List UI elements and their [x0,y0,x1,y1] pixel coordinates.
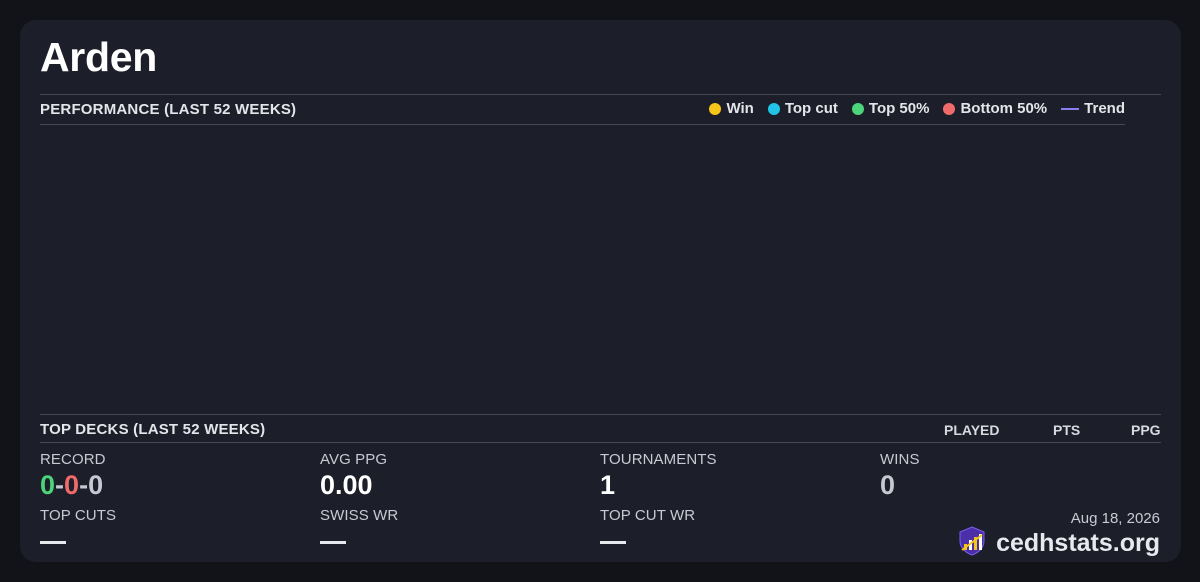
top-cut-dot-icon [767,102,780,115]
record-separator: - [55,470,65,500]
record-draws: 0 [88,470,104,500]
legend-divider [40,124,1125,125]
chart-bottom-divider [40,414,1161,415]
top-cuts-empty-dash [40,541,66,544]
player-stats-card: Arden PERFORMANCE (LAST 52 WEEKS) Win To… [20,20,1181,562]
trend-line-icon [1061,107,1080,110]
top-50-dot-icon [851,102,864,115]
snapshot-date: Aug 18, 2026 [1070,510,1160,527]
record-label: RECORD [40,451,106,468]
legend-label-top-cut: Top cut [784,100,838,117]
legend-item-bottom-50: Bottom 50% [943,100,1047,117]
legend-label-top-50: Top 50% [868,100,930,117]
top-decks-divider [40,442,1161,443]
legend-item-win: Win [709,100,754,117]
swiss-wr-empty-dash [320,541,346,544]
title-divider [40,94,1161,95]
legend-item-top-cut: Top cut [767,100,838,117]
player-name: Arden [40,34,157,80]
wins-label: WINS [880,451,920,468]
wins-value: 0 [880,470,896,500]
swiss-wr-label: SWISS WR [320,507,399,524]
tournaments-label: TOURNAMENTS [600,451,717,468]
brand-name[interactable]: cedhstats.org [996,529,1160,558]
record-wins: 0 [40,470,56,500]
top-cuts-label: TOP CUTS [40,507,117,524]
legend-label-win: Win [726,100,754,117]
performance-title: PERFORMANCE (LAST 52 WEEKS) [40,101,297,118]
record-losses: 0 [64,470,80,500]
avg-ppg-value: 0.00 [320,470,373,500]
column-header-played: PLAYED [944,422,1000,438]
legend-item-trend: Trend [1061,100,1125,117]
brand: cedhstats.org [957,526,1160,561]
record-value: 0-0-0 [40,470,103,501]
legend-label-bottom-50: Bottom 50% [960,100,1048,117]
top-decks-title: TOP DECKS (LAST 52 WEEKS) [40,421,266,438]
legend-label-trend: Trend [1084,100,1125,117]
shield-chart-logo-icon [957,526,987,561]
record-separator: - [79,470,89,500]
top-cut-wr-empty-dash [600,541,626,544]
avg-ppg-label: AVG PPG [320,451,388,468]
bottom-50-dot-icon [943,102,956,115]
tournaments-value: 1 [600,470,616,500]
performance-chart-area [40,126,1126,412]
column-header-pts: PTS [1053,422,1081,438]
win-dot-icon [709,102,722,115]
column-header-ppg: PPG [1131,422,1161,438]
performance-legend: Win Top cut Top 50% Bottom 50% Trend [695,100,1125,117]
legend-item-top-50: Top 50% [851,100,930,117]
top-cut-wr-label: TOP CUT WR [600,507,696,524]
